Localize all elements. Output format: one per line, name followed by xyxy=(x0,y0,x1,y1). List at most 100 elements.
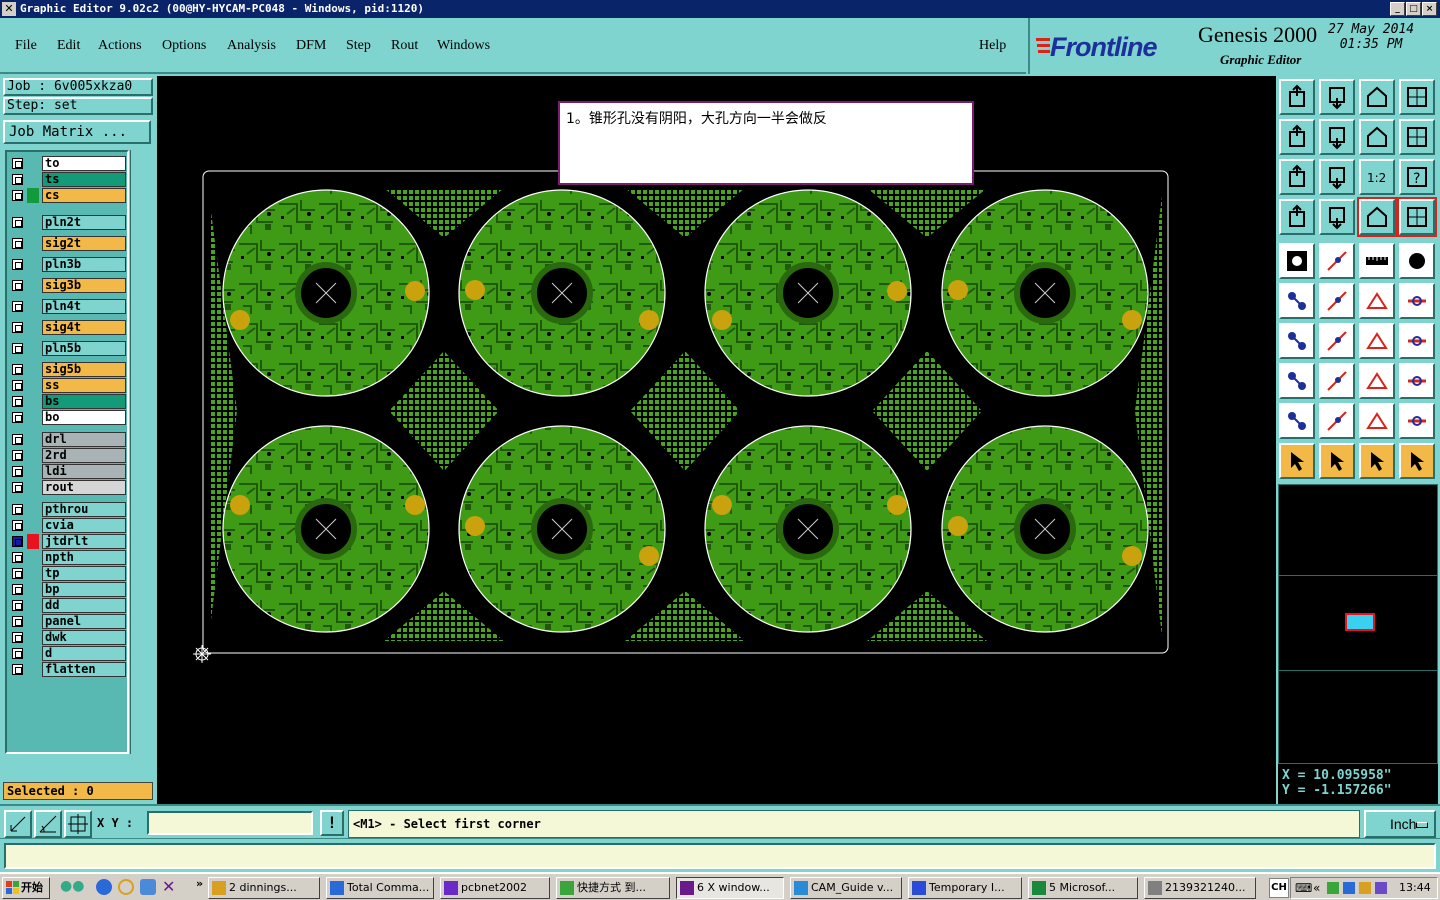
tray-app-icon-4[interactable] xyxy=(1375,882,1387,894)
layer-name[interactable]: rout xyxy=(42,480,126,495)
s-shape-tool-button[interactable] xyxy=(1399,119,1435,155)
measure-pad-tool-button[interactable] xyxy=(1359,363,1395,399)
layer-name[interactable]: pln4t xyxy=(42,299,126,314)
taskbar-button[interactable]: Total Comma... xyxy=(326,877,434,899)
layer-row-cs[interactable]: cs xyxy=(9,188,127,203)
flip-ff-tool-button[interactable] xyxy=(1399,323,1435,359)
layer-name[interactable]: tp xyxy=(42,566,126,581)
menu-actions[interactable]: Actions xyxy=(98,38,142,54)
triangle-a-red-tool-button[interactable] xyxy=(1319,403,1355,439)
layer-checkbox[interactable] xyxy=(12,364,23,375)
scale-1-2-tool-button[interactable]: 1:2 xyxy=(1359,159,1395,195)
layer-checkbox[interactable] xyxy=(12,616,23,627)
tray-app-icon-2[interactable] xyxy=(1343,882,1355,894)
taskbar-button[interactable]: pcbnet2002 xyxy=(440,877,550,899)
add-point-tool-button[interactable] xyxy=(1359,283,1395,319)
layer-name[interactable]: bp xyxy=(42,582,126,597)
layer-row-jtdrlt[interactable]: jtdrlt xyxy=(9,534,127,549)
triangle-a-stroke-tool-button[interactable] xyxy=(1399,403,1435,439)
taskbar-button[interactable]: 6 X window... xyxy=(676,877,784,899)
layer-checkbox[interactable] xyxy=(12,552,23,563)
tools-set-tool-button[interactable] xyxy=(1279,199,1315,235)
layer-checkbox[interactable] xyxy=(12,174,23,185)
swap-tool-button[interactable] xyxy=(1359,119,1395,155)
layer-row-ts[interactable]: ts xyxy=(9,172,127,187)
layer-row-2rd[interactable]: 2rd xyxy=(9,448,127,463)
note-popup[interactable]: 1。锥形孔没有阴阳，大孔方向一半会做反 xyxy=(558,101,974,185)
feature-out-tool-button[interactable] xyxy=(1319,119,1355,155)
layer-list-scrollbar[interactable] xyxy=(130,150,155,754)
layer-name[interactable]: pln2t xyxy=(42,215,126,230)
layer-name[interactable]: 2rd xyxy=(42,448,126,463)
triangle-a-blue-tool-button[interactable] xyxy=(1359,403,1395,439)
xy-input[interactable] xyxy=(147,811,313,835)
cursor-orange-tool-button[interactable] xyxy=(1359,443,1395,479)
menu-edit[interactable]: Edit xyxy=(57,38,80,54)
layer-checkbox[interactable] xyxy=(12,632,23,643)
menu-step[interactable]: Step xyxy=(346,38,371,54)
circle-record-tool-button[interactable] xyxy=(1399,243,1435,279)
layer-name[interactable]: pthrou xyxy=(42,502,126,517)
x-window-icon[interactable]: ✕ xyxy=(162,877,175,896)
layer-row-dd[interactable]: dd xyxy=(9,598,127,613)
layer-row-tp[interactable]: tp xyxy=(9,566,127,581)
layer-row-sig4t[interactable]: sig4t xyxy=(9,320,127,335)
line-angle-tool-button[interactable] xyxy=(1279,323,1315,359)
layer-name[interactable]: d xyxy=(42,646,126,661)
layer-name[interactable]: bo xyxy=(42,410,126,425)
layer-name[interactable]: ss xyxy=(42,378,126,393)
ie-icon[interactable] xyxy=(96,879,112,895)
layer-checkbox[interactable] xyxy=(12,190,23,201)
layer-checkbox[interactable] xyxy=(12,380,23,391)
zoom-area-button[interactable] xyxy=(4,810,32,838)
tray-app-icon-3[interactable] xyxy=(1359,882,1371,894)
people-icon[interactable]: ●● xyxy=(60,878,86,898)
job-matrix-button[interactable]: Job Matrix ... xyxy=(3,120,151,144)
layer-checkbox[interactable] xyxy=(12,600,23,611)
layer-row-sig2t[interactable]: sig2t xyxy=(9,236,127,251)
layer-checkbox[interactable] xyxy=(12,434,23,445)
layer-checkbox[interactable] xyxy=(12,568,23,579)
layer-name[interactable]: cvia xyxy=(42,518,126,533)
layer-checkbox[interactable] xyxy=(12,466,23,477)
layer-checkbox[interactable] xyxy=(12,301,23,312)
layer-row-sig3b[interactable]: sig3b xyxy=(9,278,127,293)
edit-shape-tool-button[interactable] xyxy=(1319,243,1355,279)
layer-row-sig5b[interactable]: sig5b xyxy=(9,362,127,377)
layer-row-flatten[interactable]: flatten xyxy=(9,662,127,677)
layer-row-bo[interactable]: bo xyxy=(9,410,127,425)
add-net-tool-button[interactable] xyxy=(1279,283,1315,319)
layer-checkbox[interactable] xyxy=(12,536,23,547)
quick-launch-more[interactable]: » xyxy=(196,877,203,890)
unit-selector[interactable]: Inch xyxy=(1364,810,1436,838)
layer-checkbox[interactable] xyxy=(12,504,23,515)
save-job-tool-button[interactable] xyxy=(1319,79,1355,115)
layer-row-pthrou[interactable]: pthrou xyxy=(9,502,127,517)
layer-name[interactable]: sig5b xyxy=(42,362,126,377)
language-indicator[interactable]: CH xyxy=(1269,878,1289,898)
layer-row-pln4t[interactable]: pln4t xyxy=(9,299,127,314)
overview-viewport[interactable] xyxy=(1345,613,1375,631)
overview-map[interactable] xyxy=(1278,484,1438,764)
layer-name[interactable]: dd xyxy=(42,598,126,613)
window-layout-tool-button[interactable] xyxy=(1399,79,1435,115)
tray-app-icon-1[interactable] xyxy=(1327,882,1339,894)
menu-rout[interactable]: Rout xyxy=(391,38,418,54)
menu-help[interactable]: Help xyxy=(979,38,1006,54)
layer-checkbox[interactable] xyxy=(12,450,23,461)
tray-expand-icon[interactable]: « xyxy=(1313,878,1320,898)
layer-checkbox[interactable] xyxy=(12,482,23,493)
layer-name[interactable]: drl xyxy=(42,432,126,447)
layer-checkbox[interactable] xyxy=(12,520,23,531)
layer-row-bp[interactable]: bp xyxy=(9,582,127,597)
browser-icon[interactable] xyxy=(140,879,156,895)
layer-row-pln5b[interactable]: pln5b xyxy=(9,341,127,356)
layer-checkbox[interactable] xyxy=(12,664,23,675)
layer-compare-red-tool-button[interactable] xyxy=(1357,197,1397,237)
layer-checkbox[interactable] xyxy=(12,584,23,595)
layer-compare-red-2-tool-button[interactable] xyxy=(1397,197,1437,237)
layer-name[interactable]: panel xyxy=(42,614,126,629)
layer-checkbox[interactable] xyxy=(12,412,23,423)
layer-name[interactable]: sig4t xyxy=(42,320,126,335)
layer-name[interactable]: bs xyxy=(42,394,126,409)
